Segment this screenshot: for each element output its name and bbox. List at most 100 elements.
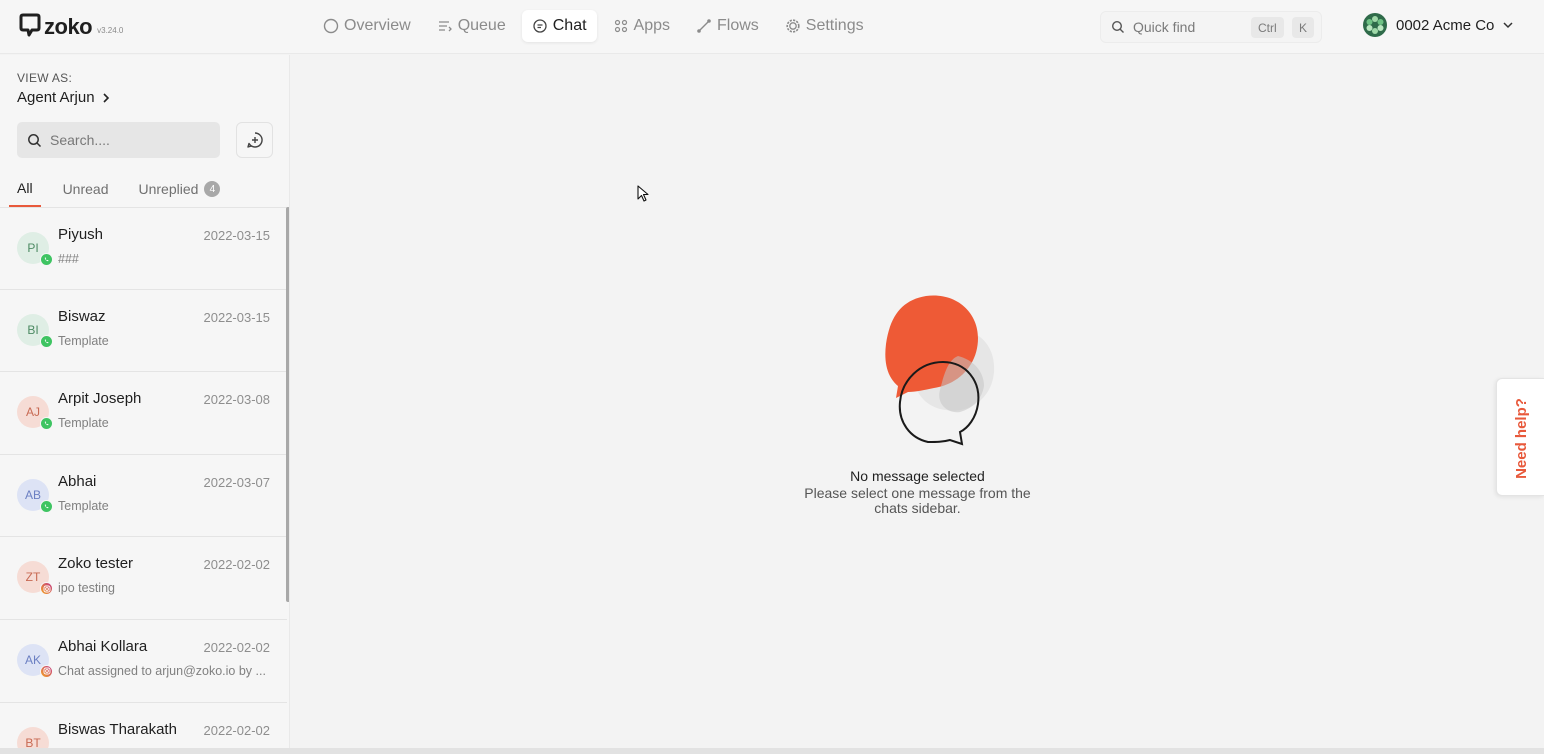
flows-icon xyxy=(697,19,711,33)
nav-chat[interactable]: Chat xyxy=(521,10,597,42)
empty-state-subtitle: Please select one message from the chats… xyxy=(804,485,1031,516)
chats-sidebar: VIEW AS: Agent Arjun All Unread Unreplie… xyxy=(0,55,290,754)
empty-state: No message selected Please select one me… xyxy=(780,286,1055,516)
chat-date: 2022-02-02 xyxy=(203,722,271,738)
contact-name: Biswas Tharakath xyxy=(58,720,177,738)
instagram-icon xyxy=(40,582,53,596)
message-preview: ipo testing xyxy=(58,581,115,596)
view-as-label: VIEW AS: xyxy=(17,71,73,85)
contact-avatar: BI xyxy=(17,313,53,348)
account-name: 0002 Acme Co xyxy=(1396,16,1495,34)
avatar-initials: PI xyxy=(27,241,39,255)
shortcut-key-k: K xyxy=(1292,17,1315,38)
whatsapp-icon xyxy=(40,334,53,348)
nav-settings[interactable]: Settings xyxy=(775,10,874,42)
tab-unread[interactable]: Unread xyxy=(63,180,109,207)
nav-queue-label: Queue xyxy=(457,17,506,34)
nav-flows-label: Flows xyxy=(717,17,759,34)
bottom-border xyxy=(0,748,1544,754)
chat-date: 2022-03-15 xyxy=(203,228,271,243)
avatar-initials: ZT xyxy=(25,570,41,585)
contact-name: Zoko tester xyxy=(58,555,134,573)
message-preview: Template xyxy=(58,416,109,431)
chat-icon xyxy=(533,19,547,33)
search-icon xyxy=(1111,20,1124,33)
chevron-down-icon xyxy=(1503,22,1513,29)
need-help-button[interactable]: Need help? xyxy=(1496,378,1544,496)
tab-unread-label: Unread xyxy=(62,181,109,197)
nav-overview-label: Overview xyxy=(344,17,411,34)
chat-list-item[interactable]: AK Abhai Kollara 2022-02-02 Chat assigned t… xyxy=(0,620,287,703)
nav-queue[interactable]: Queue xyxy=(427,10,516,42)
chat-date: 2022-03-08 xyxy=(203,392,271,408)
gear-icon xyxy=(786,19,800,33)
chat-list-item[interactable]: BI Biswaz 2022-03-15 Template xyxy=(0,290,287,373)
top-bar: zoko v3.24.0 Overview Queue Chat Apps Fl… xyxy=(0,0,1544,54)
app-version: v3.24.0 xyxy=(97,26,124,35)
new-chat-icon xyxy=(246,132,263,148)
chat-filter-tabs: All Unread Unreplied 4 xyxy=(9,180,250,207)
chat-list-scrollbar[interactable] xyxy=(286,207,289,602)
chat-list-item[interactable]: AB Abhai 2022-03-07 Template xyxy=(0,455,287,538)
contact-name: Abhai Kollara xyxy=(58,637,148,655)
shortcut-key-ctrl: Ctrl xyxy=(1251,17,1284,38)
tab-all-label: All xyxy=(17,180,33,196)
view-as-selector[interactable]: Agent Arjun xyxy=(17,89,111,106)
chat-list-item[interactable]: BT Biswas Tharakath 2022-02-02 xyxy=(0,703,287,754)
contact-name: Arpit Joseph xyxy=(58,390,142,408)
chat-search-input[interactable] xyxy=(50,132,210,148)
nav-settings-label: Settings xyxy=(805,17,864,34)
avatar-initials: BI xyxy=(27,322,39,337)
contact-name: Piyush xyxy=(58,226,104,243)
contact-avatar: AJ xyxy=(17,396,53,431)
chat-date: 2022-03-07 xyxy=(203,474,271,490)
chat-date: 2022-02-02 xyxy=(203,557,271,573)
need-help-label-wrap: Need help? xyxy=(1497,379,1544,497)
view-as-agent-name: Agent Arjun xyxy=(17,89,95,106)
nav-chat-label: Chat xyxy=(552,17,587,34)
chat-list-item[interactable]: ZT Zoko tester 2022-02-02 ipo testing xyxy=(0,537,287,620)
nav-apps[interactable]: Apps xyxy=(603,10,680,42)
circle-icon xyxy=(323,18,339,34)
logo-text: zoko xyxy=(44,14,93,39)
tab-unreplied[interactable]: Unreplied 4 xyxy=(138,180,221,207)
apps-grid-icon xyxy=(614,19,627,33)
tab-unreplied-label: Unreplied xyxy=(138,181,199,197)
quick-find-input[interactable]: Quick find Ctrl K xyxy=(1100,11,1322,43)
empty-state-title: No message selected xyxy=(850,468,985,484)
unreplied-count-badge: 4 xyxy=(204,181,221,197)
queue-icon xyxy=(438,21,452,32)
message-preview: Template xyxy=(58,333,109,348)
contact-avatar: AB xyxy=(17,478,53,513)
chat-date: 2022-02-02 xyxy=(203,639,271,655)
message-preview: Chat assigned to arjun@zoko.io by ... xyxy=(58,663,266,678)
whatsapp-icon xyxy=(40,499,53,513)
nav-flows[interactable]: Flows xyxy=(686,10,769,42)
new-chat-button[interactable] xyxy=(236,122,273,158)
chat-search-box xyxy=(17,122,220,158)
contact-name: Biswaz xyxy=(58,307,106,325)
search-icon xyxy=(28,133,42,147)
avatar-initials: AJ xyxy=(25,405,40,420)
contact-avatar: PI xyxy=(17,232,53,266)
tab-all[interactable]: All xyxy=(9,180,41,207)
mouse-cursor-icon xyxy=(637,185,649,202)
chat-list-item[interactable]: AJ Arpit Joseph 2022-03-08 Template xyxy=(0,372,287,455)
chat-list: PI Piyush 2022-03-15 ### BI Biswaz 2022-03-15 T… xyxy=(0,207,287,754)
main-nav: Overview Queue Chat Apps Flows Settings xyxy=(313,10,874,42)
app-logo[interactable]: zoko v3.24.0 xyxy=(19,13,123,38)
nav-overview[interactable]: Overview xyxy=(313,10,421,42)
account-switcher[interactable]: 0002 Acme Co xyxy=(1362,12,1514,38)
contact-avatar: AK xyxy=(17,643,53,678)
contact-avatar: ZT xyxy=(17,561,53,596)
account-avatar-icon xyxy=(1363,13,1387,37)
chevron-right-icon xyxy=(102,92,109,103)
avatar-initials: AK xyxy=(24,652,41,667)
nav-apps-label: Apps xyxy=(633,17,670,34)
chat-bubbles-illustration-icon xyxy=(884,295,994,446)
avatar-initials: AB xyxy=(24,487,41,502)
contact-name: Abhai xyxy=(58,472,97,490)
instagram-icon xyxy=(40,664,53,678)
chat-list-item[interactable]: PI Piyush 2022-03-15 ### xyxy=(0,207,287,290)
need-help-label: Need help? xyxy=(1512,397,1530,479)
